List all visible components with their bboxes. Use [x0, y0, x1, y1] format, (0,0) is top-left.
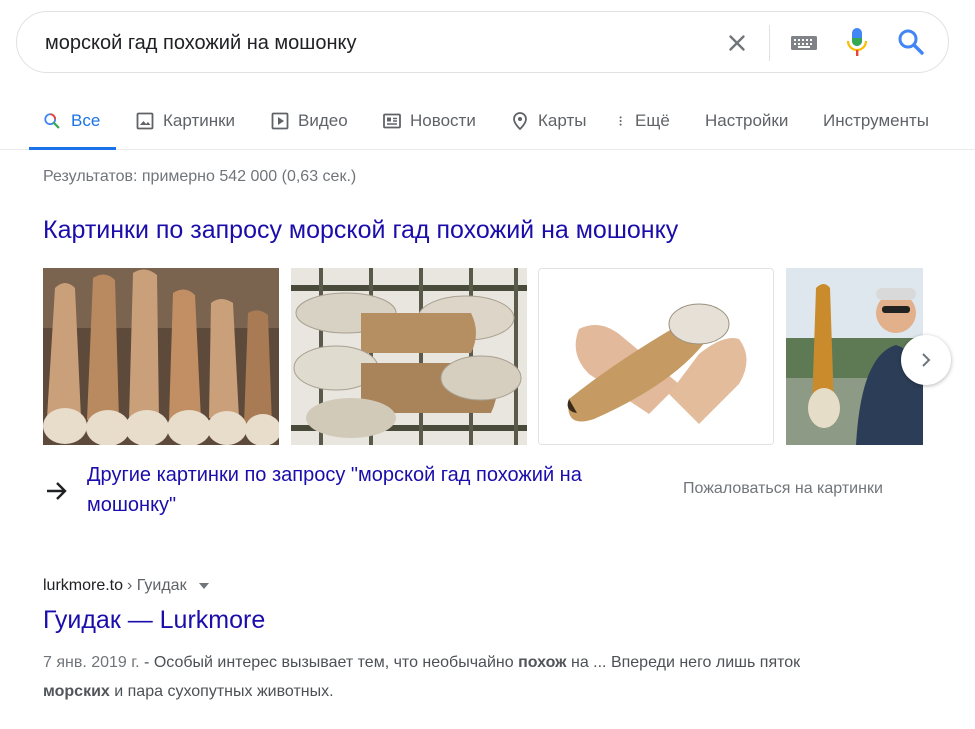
microphone-icon[interactable]	[845, 26, 869, 58]
tab-label: Карты	[538, 110, 587, 130]
result-breadcrumb: lurkmore.to › Гуидак	[43, 577, 211, 595]
tab-label: Все	[71, 110, 101, 130]
chevron-right-icon	[922, 353, 931, 367]
tab-settings[interactable]: Настройки	[705, 92, 788, 149]
snippet-highlight: морских	[43, 683, 110, 700]
snippet-text: и пара сухопутных животных.	[109, 683, 334, 700]
image-thumbnail[interactable]	[43, 268, 279, 445]
search-tabs: Все Картинки Видео Новости Карты Ещё Нас…	[0, 92, 975, 150]
snippet-text: - Особый интерес вызывает тем, что необы…	[139, 654, 519, 671]
tab-maps[interactable]: Карты	[510, 92, 586, 149]
tab-label: Видео	[298, 110, 348, 130]
tab-images[interactable]: Картинки	[135, 92, 235, 149]
more-images-link[interactable]: Другие картинки по запросу "морской гад …	[43, 460, 663, 520]
keyboard-icon[interactable]	[790, 33, 818, 53]
next-images-button[interactable]	[901, 335, 951, 385]
search-icon[interactable]	[897, 28, 925, 56]
search-icon	[44, 112, 60, 128]
result-title-link[interactable]: Гуидак — Lurkmore	[43, 606, 265, 635]
result-path: › Гуидак	[127, 577, 187, 594]
news-icon	[383, 113, 401, 128]
tab-label: Новости	[410, 110, 476, 130]
tab-all[interactable]: Все	[28, 92, 117, 150]
tab-label: Ещё	[635, 110, 670, 130]
result-domain: lurkmore.to	[43, 577, 124, 594]
search-input[interactable]	[45, 30, 685, 56]
image-icon	[136, 112, 154, 129]
caret-down-icon[interactable]	[197, 579, 211, 593]
result-stats: Результатов: примерно 542 000 (0,63 сек.…	[43, 168, 357, 185]
search-box[interactable]	[16, 11, 949, 73]
tab-tools[interactable]: Инструменты	[823, 92, 929, 149]
result-date: 7 янв. 2019 г.	[43, 654, 140, 671]
map-pin-icon	[513, 111, 527, 130]
snippet-text: на ... Впереди него лишь пяток	[566, 654, 801, 671]
image-strip	[43, 268, 923, 445]
tab-more[interactable]: Ещё	[617, 92, 670, 149]
snippet-highlight: похож	[518, 654, 567, 671]
image-thumbnail[interactable]	[291, 268, 527, 445]
close-icon[interactable]	[724, 30, 750, 56]
more-vert-icon	[619, 115, 622, 126]
tab-label: Картинки	[163, 110, 236, 130]
tab-label: Инструменты	[823, 110, 930, 130]
arrow-right-icon	[47, 482, 67, 500]
tab-news[interactable]: Новости	[382, 92, 476, 149]
play-icon	[271, 112, 289, 129]
tab-label: Настройки	[705, 110, 789, 130]
result-snippet: 7 янв. 2019 г. - Особый интерес вызывает…	[43, 648, 863, 706]
report-images-link[interactable]: Пожаловаться на картинки	[683, 480, 883, 498]
search-divider	[769, 25, 770, 61]
more-images-label: Другие картинки по запросу "морской гад …	[87, 464, 582, 516]
images-heading-link[interactable]: Картинки по запросу морской гад похожий …	[43, 216, 678, 245]
image-thumbnail[interactable]	[538, 268, 774, 445]
tab-video[interactable]: Видео	[270, 92, 348, 149]
